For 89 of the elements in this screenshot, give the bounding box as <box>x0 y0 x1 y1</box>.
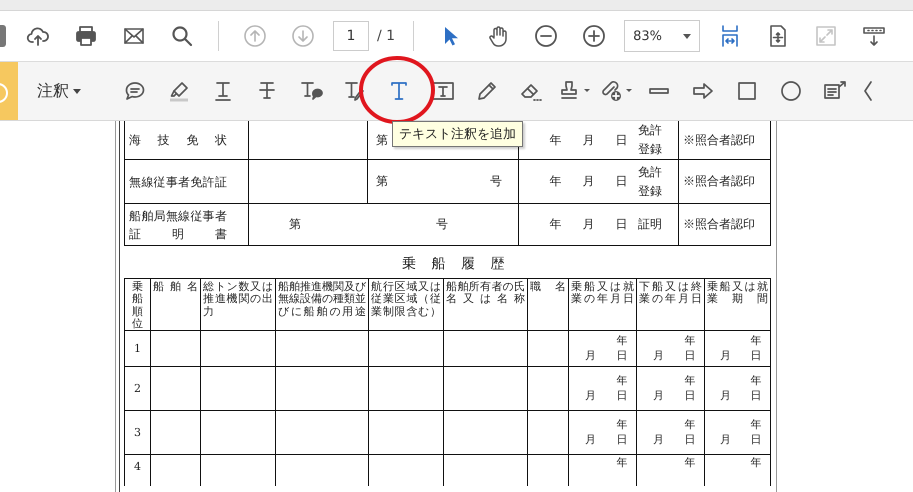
column-header: 船舶所有者の氏名又は名称 <box>446 281 525 306</box>
number-label: 号 <box>490 173 502 190</box>
text-replace-icon[interactable] <box>343 79 367 103</box>
row-number: 4 <box>134 460 141 474</box>
column-header: 職名 <box>530 281 566 294</box>
date-label: 年 <box>684 417 696 432</box>
seal-label: ※照合者認印 <box>683 174 755 188</box>
circle-icon[interactable] <box>779 79 803 103</box>
seal-label: ※照合者認印 <box>683 132 755 147</box>
rectangle-icon[interactable] <box>735 79 759 103</box>
column-header: 乗船又は就業の年月日 <box>571 281 634 306</box>
date-label: 日 <box>684 388 696 404</box>
date-label: 月 <box>584 388 597 404</box>
column-header: 航行区域又は従業区域（従業制限含む） <box>371 281 441 318</box>
date-label: 月 <box>582 173 596 190</box>
text-comment-icon[interactable] <box>299 79 323 103</box>
date-label: 月 <box>582 216 596 234</box>
row-number: 1 <box>134 342 141 356</box>
date-label: 年 <box>548 216 562 234</box>
date-label: 年 <box>750 333 762 348</box>
date-label: 月 <box>584 432 597 448</box>
date-label: 年 <box>750 456 762 470</box>
date-label: 日 <box>614 173 628 190</box>
column-header: 総トン数又は推進機関の出力 <box>203 281 273 318</box>
date-label: 日 <box>750 348 762 364</box>
polygon-icon[interactable] <box>861 79 873 103</box>
registration-label: 免許登録 <box>638 122 662 158</box>
column-header: 船舶推進機関及び無線設備の種類並びに船舶の用途 <box>278 281 366 318</box>
date-label: 年 <box>616 373 628 388</box>
section-title: 乗船履歴 <box>401 255 521 274</box>
registration-label: 証明 <box>638 216 662 234</box>
date-label: 月 <box>584 348 597 364</box>
date-label: 年 <box>750 373 762 388</box>
tray-arrow-icon[interactable] <box>862 24 886 48</box>
column-header: 下船又は終業の年月日 <box>639 281 702 306</box>
date-label: 日 <box>684 432 696 448</box>
date-label: 日 <box>616 348 628 364</box>
page-total: / 1 <box>377 28 396 44</box>
column-header: 乗船又は就業期間 <box>707 281 768 306</box>
date-label: 日 <box>614 132 628 149</box>
date-label: 月 <box>582 132 596 149</box>
date-label: 年 <box>548 173 562 190</box>
date-label: 日 <box>750 432 762 448</box>
date-label: 年 <box>616 333 628 348</box>
license-name: 海技免状 <box>129 132 227 150</box>
column-header: 乗船順位 <box>132 281 143 330</box>
row-number: 3 <box>134 426 141 440</box>
license-name: 船舶局無線従事者証明書 <box>129 208 227 243</box>
zoom-dropdown[interactable]: 83% <box>624 20 700 52</box>
date-label: 年 <box>684 456 696 470</box>
seal-label: ※照合者認印 <box>683 217 755 232</box>
date-label: 日 <box>684 348 696 364</box>
date-label: 年 <box>616 417 628 432</box>
date-label: 年 <box>684 333 696 348</box>
row-number: 2 <box>134 382 141 396</box>
pencil-icon[interactable] <box>475 79 499 103</box>
printer-icon[interactable] <box>74 24 98 48</box>
number-label: 第 <box>289 216 301 234</box>
date-label: 日 <box>616 388 628 404</box>
date-label: 年 <box>548 132 562 149</box>
date-label: 日 <box>614 216 628 234</box>
number-label: 号 <box>436 216 448 234</box>
date-label: 日 <box>750 388 762 404</box>
column-header: 船舶名 <box>153 281 198 294</box>
search-icon[interactable] <box>170 24 194 48</box>
number-label: 第 <box>376 173 388 190</box>
date-label: 年 <box>750 417 762 432</box>
date-label: 月 <box>719 388 732 404</box>
attach-icon[interactable] <box>599 79 633 103</box>
date-label: 日 <box>616 432 628 448</box>
registration-label: 免許登録 <box>638 164 662 200</box>
date-label: 年 <box>616 456 628 470</box>
toolbar-icon[interactable] <box>0 25 6 47</box>
date-label: 年 <box>684 373 696 388</box>
text-box-icon[interactable] <box>431 79 455 103</box>
page-number-field[interactable]: 1 <box>333 21 369 51</box>
comment-icon[interactable] <box>123 79 147 103</box>
license-name: 無線従事者免許証 <box>129 174 227 191</box>
date-label: 月 <box>652 348 665 364</box>
annotation-menu[interactable]: 注釈 <box>33 76 85 106</box>
zoom-out-icon[interactable] <box>534 24 558 48</box>
number-label: 第 <box>376 132 388 149</box>
date-label: 月 <box>719 348 732 364</box>
zoom-in-icon[interactable] <box>582 24 606 48</box>
tooltip: テキスト注釈を追加 <box>392 121 523 147</box>
date-label: 月 <box>652 388 665 404</box>
date-label: 月 <box>719 432 732 448</box>
date-label: 月 <box>652 432 665 448</box>
highlighter-icon[interactable] <box>167 79 191 103</box>
